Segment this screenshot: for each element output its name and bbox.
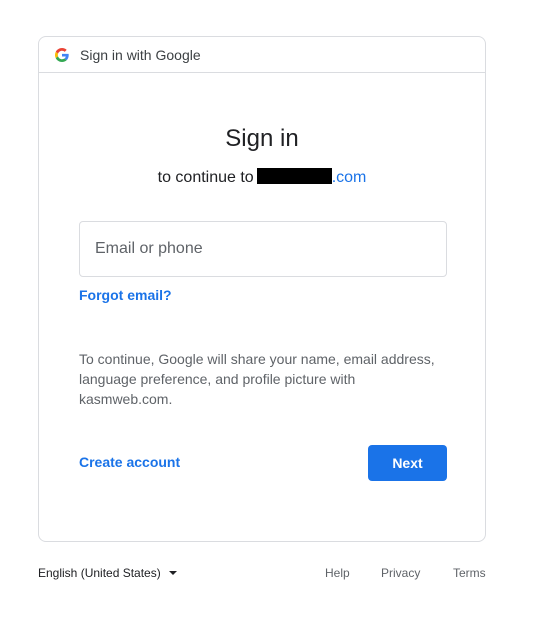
- next-button[interactable]: Next: [368, 445, 447, 481]
- footer: English (United States) Help Privacy Ter…: [38, 566, 486, 584]
- subtitle: to continue to .com: [39, 168, 485, 187]
- terms-link[interactable]: Terms: [453, 566, 486, 580]
- email-field[interactable]: [79, 221, 447, 277]
- caret-down-icon: [168, 571, 177, 575]
- card-header: Sign in with Google: [39, 37, 485, 73]
- subtitle-prefix: to continue to: [157, 169, 254, 186]
- privacy-notice: To continue, Google will share your name…: [79, 351, 435, 407]
- language-selector[interactable]: English (United States): [38, 566, 177, 580]
- domain-suffix[interactable]: .com: [332, 169, 367, 186]
- create-account-link[interactable]: Create account: [79, 454, 180, 470]
- header-title: Sign in with Google: [80, 46, 201, 63]
- language-label: English (United States): [38, 566, 161, 580]
- page-title: Sign in: [225, 125, 299, 152]
- signin-card: Sign in with Google Sign in to continue …: [38, 36, 486, 542]
- privacy-link[interactable]: Privacy: [381, 566, 420, 580]
- google-g-icon: [55, 47, 69, 62]
- forgot-email-link[interactable]: Forgot email?: [79, 287, 172, 303]
- help-link[interactable]: Help: [325, 566, 350, 580]
- redacted-domain: [256, 168, 332, 184]
